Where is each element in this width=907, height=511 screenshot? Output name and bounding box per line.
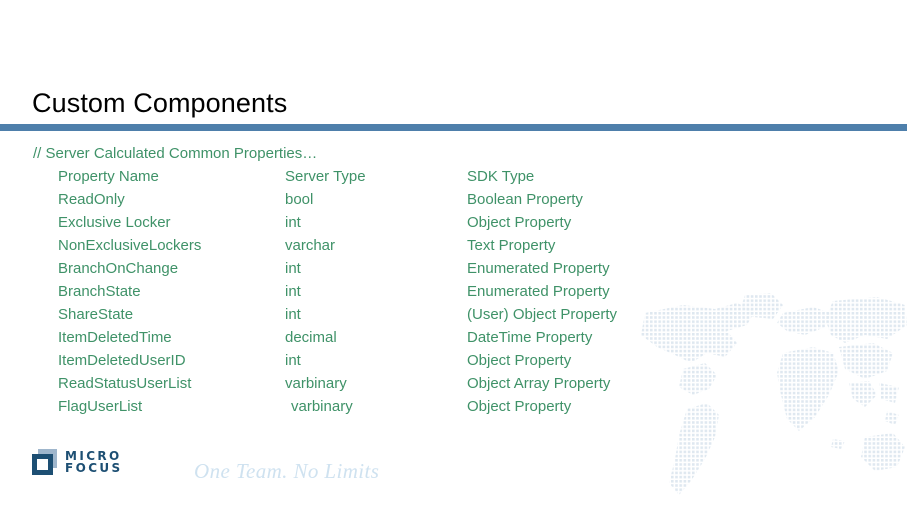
tagline: One Team. No Limits [194, 459, 380, 483]
cell-server-type: int [285, 306, 301, 323]
cell-server-type: varchar [285, 237, 336, 254]
cell-property-name: ReadOnly [58, 191, 125, 208]
cell-property-name: ItemDeletedTime [58, 329, 172, 346]
table-row: BranchOnChange int Enumerated Property [0, 257, 907, 280]
table-row: ItemDeletedUserID int Object Property [0, 349, 907, 372]
properties-list: Property Name Server Type SDK Type ReadO… [0, 165, 907, 418]
cell-property-name: Exclusive Locker [58, 214, 171, 231]
micro-focus-logo: MICRO FOCUS [32, 449, 123, 475]
table-row: ShareState int (User) Object Property [0, 303, 907, 326]
table-row: BranchState int Enumerated Property [0, 280, 907, 303]
cell-server-type: bool [285, 191, 314, 208]
cell-server-type: decimal [285, 329, 337, 346]
logo-wordmark: MICRO FOCUS [65, 450, 123, 474]
cell-sdk-type: Text Property [467, 237, 556, 254]
cell-sdk-type: DateTime Property [467, 329, 593, 346]
table-row: FlagUserList varbinary Object Property [0, 395, 907, 418]
cell-sdk-type: Object Array Property [467, 375, 611, 392]
cell-property-name: NonExclusiveLockers [58, 237, 202, 254]
table-row: Property Name Server Type SDK Type [0, 165, 907, 188]
cell-server-type: varbinary [291, 398, 353, 415]
column-header-server-type: Server Type [285, 168, 366, 185]
comment-line: // Server Calculated Common Properties… [33, 145, 318, 162]
cell-sdk-type: (User) Object Property [467, 306, 618, 323]
table-row: NonExclusiveLockers varchar Text Propert… [0, 234, 907, 257]
cell-sdk-type: Enumerated Property [467, 260, 610, 277]
cell-server-type: int [285, 283, 301, 300]
micro-focus-square-icon [32, 449, 58, 475]
cell-property-name: ItemDeletedUserID [58, 352, 186, 369]
cell-server-type: int [285, 214, 301, 231]
column-header-sdk-type: SDK Type [467, 168, 535, 185]
cell-sdk-type: Object Property [467, 352, 572, 369]
cell-sdk-type: Enumerated Property [467, 283, 610, 300]
cell-property-name: ShareState [58, 306, 134, 323]
table-row: Exclusive Locker int Object Property [0, 211, 907, 234]
cell-server-type: varbinary [285, 375, 347, 392]
page-title: Custom Components [32, 88, 288, 118]
table-row: ReadStatusUserList varbinary Object Arra… [0, 372, 907, 395]
logo-word-focus: FOCUS [65, 461, 123, 475]
cell-sdk-type: Object Property [467, 214, 572, 231]
cell-property-name: FlagUserList [58, 398, 143, 415]
cell-sdk-type: Object Property [467, 398, 572, 415]
cell-server-type: int [285, 352, 301, 369]
cell-property-name: BranchState [58, 283, 141, 300]
slide-footer: MICRO FOCUS One Team. No Limits [0, 441, 907, 511]
cell-sdk-type: Boolean Property [467, 191, 583, 208]
cell-server-type: int [285, 260, 301, 277]
slide-canvas: Custom Components // Server Calculated C… [0, 0, 907, 511]
table-row: ReadOnly bool Boolean Property [0, 188, 907, 211]
cell-property-name: ReadStatusUserList [58, 375, 192, 392]
cell-property-name: BranchOnChange [58, 260, 179, 277]
column-header-property-name: Property Name [58, 168, 159, 185]
table-row: ItemDeletedTime decimal DateTime Propert… [0, 326, 907, 349]
title-divider-rule [0, 124, 907, 131]
